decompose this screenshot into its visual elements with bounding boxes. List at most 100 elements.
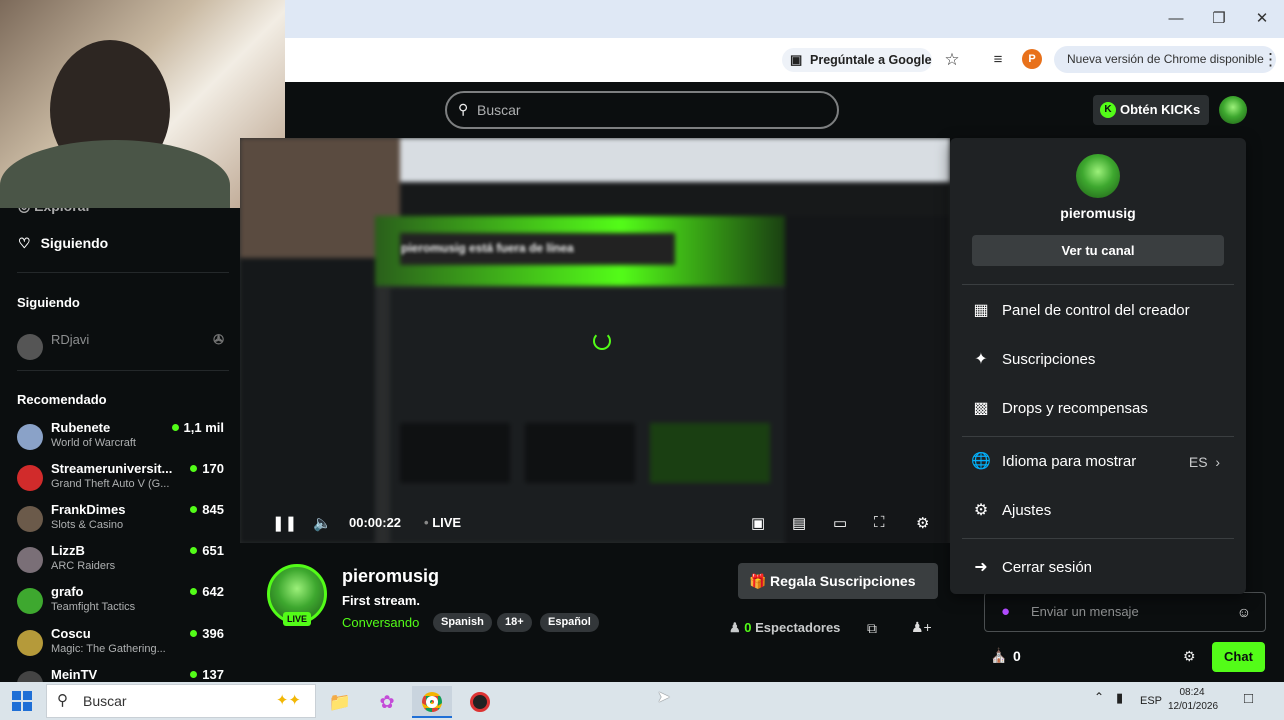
viewer-counter: ♟ 0 Espectadores xyxy=(729,620,840,636)
menu-item-logout[interactable]: ➜ Cerrar sesión xyxy=(962,548,1234,588)
recorder-app-icon[interactable] xyxy=(460,686,500,718)
viewers-count: 0 xyxy=(744,620,752,635)
heart-icon: ♡ xyxy=(18,235,31,251)
kick-coin-icon: K xyxy=(1100,102,1116,118)
microphone-tray-icon[interactable]: ▮ xyxy=(1116,690,1123,706)
stream-category[interactable]: Conversando xyxy=(342,615,419,630)
chrome-update-button[interactable]: Nueva versión de Chrome disponible xyxy=(1054,46,1276,73)
view-channel-button[interactable]: Ver tu canal xyxy=(972,235,1224,266)
chat-message-input[interactable]: ● Enviar un mensaje ☺ xyxy=(984,592,1266,632)
copilot-sparkle-icon: ✦✦ xyxy=(275,692,301,709)
chrome-icon[interactable] xyxy=(412,686,452,718)
search-input[interactable]: ⚲ Buscar xyxy=(445,91,839,129)
recommended-channel[interactable]: MeinTV 137 xyxy=(17,667,227,682)
offline-icon: ✇ xyxy=(213,332,224,347)
channel-category: Grand Theft Auto V (G... xyxy=(51,478,170,490)
channel-avatar xyxy=(17,588,43,614)
search-icon: ⚲ xyxy=(458,101,469,117)
follow-user-icon[interactable]: ♟+ xyxy=(911,619,932,636)
menu-item-settings[interactable]: ⚙ Ajustes xyxy=(962,491,1234,531)
menu-item-creator-dashboard[interactable]: ▦ Panel de control del creador xyxy=(962,291,1234,331)
close-icon[interactable]: ✕ xyxy=(1247,8,1277,30)
kebab-menu-icon[interactable]: ⋮ xyxy=(1262,48,1279,72)
channel-category: ARC Raiders xyxy=(51,560,116,572)
chat-settings-icon[interactable]: ⚙ xyxy=(1183,648,1196,665)
live-badge: LIVE xyxy=(283,612,311,626)
live-indicator[interactable]: • LIVE xyxy=(424,515,461,530)
channel-category: Slots & Casino xyxy=(51,519,124,531)
file-explorer-icon[interactable]: 📁 xyxy=(320,686,360,718)
recommended-channel[interactable]: Coscu Magic: The Gathering... 396 xyxy=(17,626,227,666)
google-lens-icon: ▣ xyxy=(790,52,803,67)
viewer-count: 1,1 mil xyxy=(171,420,224,435)
nav-following[interactable]: ♡ Siguiendo xyxy=(18,235,108,252)
menu-item-label: Ajustes xyxy=(1002,502,1052,519)
menu-item-subscriptions[interactable]: ✦ Suscripciones xyxy=(962,340,1234,380)
tag-pill[interactable]: Español xyxy=(540,613,599,632)
gift-subs-label: Regala Suscripciones xyxy=(770,573,916,589)
recommended-channel[interactable]: grafo Teamfight Tactics 642 xyxy=(17,584,227,624)
viewer-count: 651 xyxy=(190,543,224,558)
recommended-channel[interactable]: LizzB ARC Raiders 651 xyxy=(17,543,227,583)
sparkle-icon: ✦ xyxy=(974,351,988,368)
gift-subs-button[interactable]: 🎁 Regala Suscripciones xyxy=(738,563,938,599)
chevron-up-icon[interactable]: ⌃ xyxy=(1094,690,1104,704)
search-placeholder: Buscar xyxy=(477,102,521,118)
restore-icon[interactable]: ❐ xyxy=(1204,8,1234,30)
microphone-icon[interactable]: ● xyxy=(1001,593,1010,631)
channel-name: Streameruniversit... xyxy=(51,461,173,476)
fullscreen-icon[interactable]: ⛶ xyxy=(874,514,885,531)
channel-category: Teamfight Tactics xyxy=(51,601,136,613)
taskbar-search[interactable]: ⚲ Buscar ✦✦ xyxy=(46,684,316,718)
recommended-channel[interactable]: Rubenete World of Warcraft 1,1 mil xyxy=(17,420,227,460)
clip-icon[interactable]: ▤ xyxy=(792,514,806,532)
menu-item-label: Drops y recompensas xyxy=(1002,400,1148,417)
menu-item-drops[interactable]: ▩ Drops y recompensas xyxy=(962,389,1234,429)
bookmark-star-icon[interactable]: ☆ xyxy=(941,48,963,72)
player-controls: ❚❚ 🔈 00:00:22 • LIVE ▣ ▤ ▭ ⛶ ⚙ xyxy=(240,505,950,543)
streamer-name[interactable]: pieromusig xyxy=(342,566,439,587)
input-language[interactable]: ESP xyxy=(1140,695,1162,707)
notification-icon[interactable]: □ xyxy=(1244,690,1253,707)
user-avatar-button[interactable] xyxy=(1219,96,1247,124)
channel-avatar xyxy=(17,630,43,656)
viewer-count: 642 xyxy=(190,584,224,599)
channel-category: World of Warcraft xyxy=(51,437,136,449)
taskbar-clock[interactable]: 08:24 12/01/2026 xyxy=(1168,686,1218,714)
tag-pill[interactable]: 18+ xyxy=(497,613,532,632)
menu-item-language[interactable]: 🌐 Idioma para mostrar ES › xyxy=(962,442,1234,482)
recommended-channel[interactable]: FrankDimes Slots & Casino 845 xyxy=(17,502,227,542)
ask-google-chip[interactable]: ▣ Pregúntale a Google xyxy=(782,48,932,72)
search-icon: ⚲ xyxy=(57,692,68,709)
emoji-icon[interactable]: ☺ xyxy=(1237,593,1251,631)
get-kicks-button[interactable]: K Obtén KICKs xyxy=(1093,95,1209,125)
globe-icon: 🌐 xyxy=(971,453,991,470)
menu-divider xyxy=(962,538,1234,539)
recommended-channel[interactable]: Streameruniversit... Grand Theft Auto V (… xyxy=(17,461,227,501)
volume-icon[interactable]: 🔈 xyxy=(313,514,332,532)
channel-avatar xyxy=(17,334,43,360)
following-channel[interactable]: RDjavi ✇ xyxy=(17,330,227,370)
channel-name: LizzB xyxy=(51,543,85,558)
copilot-icon[interactable]: ✿ xyxy=(367,686,407,718)
kicks-balance: 0 xyxy=(1013,648,1021,664)
theater-mode-icon[interactable]: ▭ xyxy=(833,514,847,532)
pause-icon[interactable]: ❚❚ xyxy=(272,514,297,532)
channel-name: Rubenete xyxy=(51,420,111,435)
settings-gear-icon[interactable]: ⚙ xyxy=(916,514,929,532)
windows-start-icon[interactable] xyxy=(12,691,32,711)
tag-pill[interactable]: Spanish xyxy=(433,613,492,632)
miniplayer-icon[interactable]: ▣ xyxy=(751,514,765,532)
viewer-count: 845 xyxy=(190,502,224,517)
chat-send-button[interactable]: Chat xyxy=(1212,642,1265,672)
media-control-icon[interactable]: ≡ xyxy=(987,48,1009,72)
profile-avatar[interactable]: P xyxy=(1022,49,1042,69)
store-icon[interactable]: ⛪ xyxy=(990,647,1007,664)
live-label: LIVE xyxy=(432,515,462,530)
minimize-icon[interactable]: — xyxy=(1161,8,1191,30)
nav-following-label: Siguiendo xyxy=(40,235,109,251)
viewer-count: 396 xyxy=(190,626,224,641)
taskbar-search-placeholder: Buscar xyxy=(83,693,127,709)
gear-icon: ⚙ xyxy=(973,502,989,519)
share-icon[interactable]: ⧉ xyxy=(867,620,877,637)
